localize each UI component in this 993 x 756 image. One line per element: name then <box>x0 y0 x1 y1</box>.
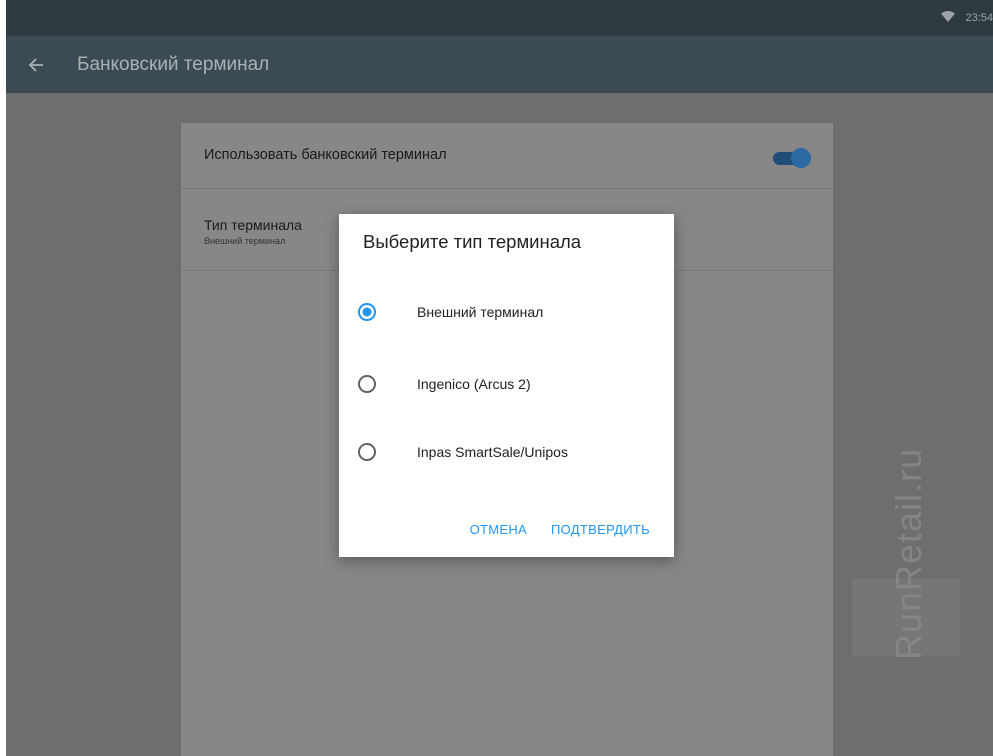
pref-terminal-type-summary: Внешний терминал <box>204 236 286 246</box>
terminal-type-dialog: Выберите тип терминала Внешний терминал … <box>339 214 674 557</box>
status-bar: 23:54 <box>6 0 993 36</box>
cancel-button[interactable]: ОТМЕНА <box>470 522 527 537</box>
option-label: Inpas SmartSale/Unipos <box>417 444 568 460</box>
option-inpas[interactable]: Inpas SmartSale/Unipos <box>339 432 674 472</box>
option-ingenico[interactable]: Ingenico (Arcus 2) <box>339 364 674 404</box>
screen: 23:54 Банковский терминал Использовать б… <box>0 0 993 756</box>
pref-use-terminal[interactable]: Использовать банковский терминал <box>181 123 833 189</box>
switch-thumb <box>791 148 811 168</box>
option-label: Внешний терминал <box>417 304 544 320</box>
radio-checked-icon[interactable] <box>357 302 377 322</box>
page-title: Банковский терминал <box>77 53 270 75</box>
radio-unchecked-icon[interactable] <box>357 442 377 462</box>
use-terminal-switch[interactable] <box>773 148 811 168</box>
status-right: 23:54 <box>941 0 993 36</box>
pref-terminal-type-title: Тип терминала <box>204 217 302 233</box>
radio-unchecked-icon[interactable] <box>357 374 377 394</box>
pref-use-terminal-label: Использовать банковский терминал <box>204 147 447 163</box>
dialog-actions: ОТМЕНА ПОДТВЕРДИТЬ <box>470 522 650 537</box>
arrow-left-icon[interactable] <box>26 55 46 75</box>
confirm-button[interactable]: ПОДТВЕРДИТЬ <box>551 522 650 537</box>
toolbar: Банковский терминал <box>6 36 993 93</box>
wifi-icon <box>941 11 956 25</box>
status-time: 23:54 <box>965 12 993 24</box>
watermark-text: RunRetail.ru <box>888 447 929 660</box>
option-label: Ingenico (Arcus 2) <box>417 376 531 392</box>
option-external-terminal[interactable]: Внешний терминал <box>339 292 674 332</box>
dialog-title: Выберите тип терминала <box>363 231 582 252</box>
